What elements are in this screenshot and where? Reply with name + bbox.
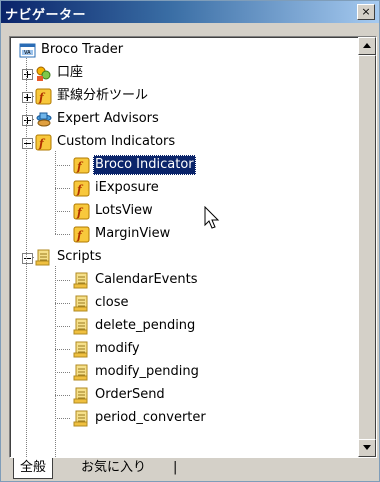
tree-connector [55,151,56,235]
tree-item-label[interactable]: Scripts [55,247,103,267]
tree-connector [55,188,71,189]
window-title: ナビゲーター [5,8,87,23]
collapse-toggle[interactable] [22,138,33,149]
tree-row[interactable]: modify_pending [10,361,356,384]
tree-item-label[interactable]: 口座 [55,63,85,83]
scroll-down-button[interactable] [358,439,376,457]
tree-row[interactable]: OrderSend [10,384,356,407]
tree-item-label[interactable]: modify [93,339,142,359]
expand-toggle[interactable] [22,69,33,80]
script-icon [73,318,88,335]
tree-connector [55,303,71,304]
tree-row[interactable]: close [10,292,356,315]
tree-connector [55,165,71,166]
tree-row[interactable]: period_converter [10,407,356,430]
tree-item-label[interactable]: MarginView [93,224,172,244]
tree-item-label[interactable]: Broco Indicator [93,155,196,175]
expand-toggle[interactable] [22,92,33,103]
script-icon [35,249,50,266]
tree-row[interactable]: CalendarEvents [10,269,356,292]
tree-row[interactable]: f iExposure [10,177,356,200]
navigator-tree-view[interactable]: VA Broco Trader 口座 f 罫線分析ツール Expert Advisors f… [9,36,377,458]
tree-item-label[interactable]: close [93,293,130,313]
expert-icon [36,112,52,127]
tree-item-label[interactable]: iExposure [93,178,161,198]
indicator-icon: f [73,180,90,197]
tree-connector [55,349,71,350]
mouse-cursor-icon [204,206,220,229]
vertical-scrollbar[interactable] [358,37,376,457]
script-icon [73,272,88,289]
accounts-icon [36,66,51,81]
tree-connector [55,266,56,457]
tree-row[interactable]: f Broco Indicator [10,154,356,177]
tree-connector [55,234,71,235]
scroll-thumb[interactable] [358,55,376,442]
tree-row[interactable]: modify [10,338,356,361]
script-icon [73,295,88,312]
tree-item-label[interactable]: CalendarEvents [93,270,199,290]
tree-row[interactable]: Expert Advisors [10,108,356,131]
tree-connector [55,211,71,212]
expand-toggle[interactable] [22,115,33,126]
tab-separator: | [173,460,178,475]
script-icon [73,364,88,381]
tree-item-label[interactable]: Expert Advisors [55,109,161,129]
tree-item-label[interactable]: LotsView [93,201,155,221]
terminal-icon: VA [19,43,36,58]
tree-connector [26,58,27,457]
collapse-toggle[interactable] [22,253,33,264]
navigator-panel: ナビゲーター × VA Broco Trader 口座 f 罫線分析ツール Expert … [0,0,380,482]
tab-favorites[interactable]: お気に入り [75,458,152,478]
tree-row[interactable]: f MarginView [10,223,356,246]
tree-connector [55,326,71,327]
tree-connector [55,418,71,419]
tree-item-label[interactable]: Custom Indicators [55,132,177,152]
indicator-icon: f [73,157,90,174]
tree-connector [55,372,71,373]
tree-item-label[interactable]: Broco Trader [39,40,125,60]
tree-item-label[interactable]: delete_pending [93,316,197,336]
arrow-up-icon [363,43,371,48]
arrow-down-icon [363,445,371,450]
indicator-icon: f [35,88,52,105]
tree-row[interactable]: VA Broco Trader [10,39,356,62]
tab-bar: 全般 お気に入り | [9,458,375,480]
svg-text:VA: VA [24,50,31,56]
tree-row[interactable]: f Custom Indicators [10,131,356,154]
indicator-icon: f [35,134,52,151]
tree-list: VA Broco Trader 口座 f 罫線分析ツール Expert Advisors f… [10,37,356,457]
scroll-up-button[interactable] [358,37,376,55]
tree-connector [55,280,71,281]
tab-general[interactable]: 全般 [13,458,54,479]
tree-item-label[interactable]: modify_pending [93,362,201,382]
title-bar[interactable]: ナビゲーター × [1,1,379,23]
indicator-icon: f [73,226,90,243]
script-icon [73,387,88,404]
tree-row[interactable]: f 罫線分析ツール [10,85,356,108]
tree-row[interactable]: delete_pending [10,315,356,338]
tree-row[interactable]: Scripts [10,246,356,269]
script-icon [73,410,88,427]
tree-item-label[interactable]: period_converter [93,408,208,428]
tree-item-label[interactable]: OrderSend [93,385,167,405]
indicator-icon: f [73,203,90,220]
script-icon [73,341,88,358]
tree-row[interactable]: f LotsView [10,200,356,223]
tree-item-label[interactable]: 罫線分析ツール [55,86,150,106]
tree-connector [55,395,71,396]
tree-row[interactable]: 口座 [10,62,356,85]
close-button[interactable]: × [357,4,375,20]
